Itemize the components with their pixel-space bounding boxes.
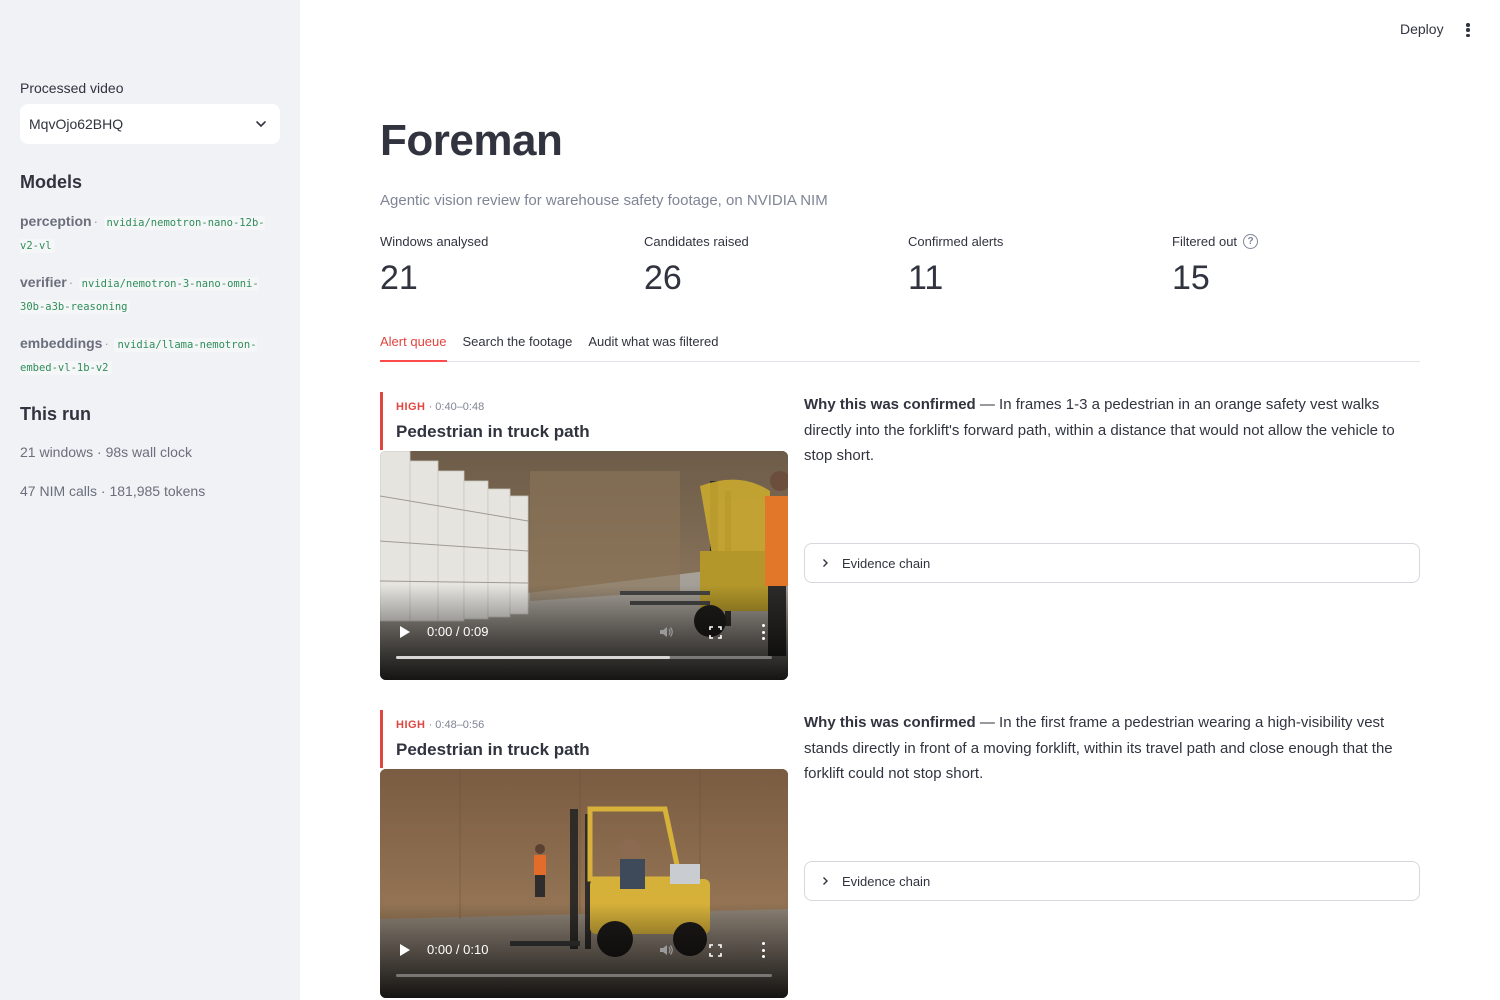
video-time: 0:00 / 0:10 bbox=[427, 942, 489, 957]
alert-title: Pedestrian in truck path bbox=[396, 740, 590, 759]
alert-header: HIGH · 0:40–0:48 Pedestrian in truck pat… bbox=[380, 392, 590, 450]
alert-time-range: · 0:48–0:56 bbox=[428, 719, 485, 731]
run-stat-windows: 21 windows · 98s wall clock bbox=[20, 444, 192, 460]
why-label: Why this was confirmed bbox=[804, 714, 976, 731]
video-progress-track[interactable] bbox=[396, 656, 772, 659]
tab-alert-queue[interactable]: Alert queue bbox=[380, 330, 447, 362]
fullscreen-icon[interactable] bbox=[709, 626, 722, 639]
evidence-chain-expander[interactable]: Evidence chain bbox=[804, 861, 1420, 901]
fullscreen-icon[interactable] bbox=[709, 944, 722, 957]
metric-filtered: Filtered out ? 15 bbox=[1172, 234, 1259, 298]
video-select-value: MqvOjo62BHQ bbox=[29, 116, 124, 132]
metric-candidates: Candidates raised 26 bbox=[644, 234, 749, 298]
video-buffer-bar bbox=[396, 656, 671, 659]
chevron-right-icon bbox=[823, 559, 828, 567]
video-player[interactable]: 0:00 / 0:09 bbox=[380, 451, 788, 680]
expander-label: Evidence chain bbox=[842, 555, 931, 571]
page-title: Foreman bbox=[380, 116, 563, 165]
video-progress-track[interactable] bbox=[396, 974, 772, 977]
model-embeddings: embeddings · nvidia/llama-nemotron-embed-… bbox=[20, 335, 257, 375]
video-more-icon[interactable] bbox=[762, 624, 766, 640]
why-label: Why this was confirmed bbox=[804, 396, 976, 413]
model-perception: perception · nvidia/nemotron-nano-12b-v2-… bbox=[20, 213, 265, 253]
evidence-chain-expander[interactable]: Evidence chain bbox=[804, 543, 1420, 583]
metric-windows: Windows analysed 21 bbox=[380, 234, 488, 298]
sidebar: Processed video MqvOjo62BHQ Models perce… bbox=[0, 0, 300, 1000]
alert-title: Pedestrian in truck path bbox=[396, 422, 590, 441]
tab-bar: Alert queue Search the footage Audit wha… bbox=[380, 330, 1420, 362]
metric-label: Confirmed alerts bbox=[908, 234, 1004, 249]
alert-explanation: Why this was confirmed — In frames 1-3 a… bbox=[804, 392, 1420, 469]
video-time: 0:00 / 0:09 bbox=[427, 624, 489, 639]
metric-confirmed: Confirmed alerts 11 bbox=[908, 234, 1003, 298]
metric-value: 26 bbox=[644, 259, 682, 297]
video-player[interactable]: 0:00 / 0:10 bbox=[380, 769, 788, 998]
model-verifier: verifier · nvidia/nemotron-3-nano-omni-30… bbox=[20, 274, 259, 314]
deploy-button[interactable]: Deploy bbox=[1400, 21, 1444, 37]
model-role: perception bbox=[20, 213, 92, 229]
severity-badge: HIGH bbox=[396, 719, 426, 731]
metric-value: 21 bbox=[380, 259, 418, 297]
play-icon[interactable] bbox=[400, 944, 410, 956]
tab-audit-filtered[interactable]: Audit what was filtered bbox=[588, 330, 718, 362]
chevron-right-icon bbox=[823, 877, 828, 885]
severity-badge: HIGH bbox=[396, 401, 426, 413]
metric-value: 15 bbox=[1172, 259, 1210, 297]
volume-icon[interactable] bbox=[658, 624, 674, 640]
video-controls: 0:00 / 0:09 bbox=[380, 585, 788, 680]
metric-label: Candidates raised bbox=[644, 234, 749, 249]
alert-explanation: Why this was confirmed — In the first fr… bbox=[804, 710, 1420, 787]
chevron-down-icon bbox=[256, 121, 266, 128]
model-role: verifier bbox=[20, 274, 67, 290]
video-controls: 0:00 / 0:10 bbox=[380, 903, 788, 998]
metric-label: Windows analysed bbox=[380, 234, 489, 249]
video-more-icon[interactable] bbox=[762, 942, 766, 958]
metric-label: Filtered out ? bbox=[1172, 234, 1259, 249]
help-icon[interactable]: ? bbox=[1243, 234, 1259, 249]
page-subtitle: Agentic vision review for warehouse safe… bbox=[380, 192, 828, 209]
volume-icon[interactable] bbox=[658, 942, 674, 958]
models-heading: Models bbox=[20, 172, 83, 192]
alert-header: HIGH · 0:48–0:56 Pedestrian in truck pat… bbox=[380, 710, 590, 768]
run-stat-calls: 47 NIM calls · 181,985 tokens bbox=[20, 483, 206, 499]
tab-search-footage[interactable]: Search the footage bbox=[463, 330, 573, 362]
alert-time-range: · 0:40–0:48 bbox=[428, 401, 485, 413]
play-icon[interactable] bbox=[400, 626, 410, 638]
video-select[interactable]: MqvOjo62BHQ bbox=[20, 104, 280, 144]
metric-value: 11 bbox=[908, 259, 944, 297]
model-role: embeddings bbox=[20, 335, 103, 351]
more-vertical-icon[interactable] bbox=[1462, 20, 1474, 40]
run-heading: This run bbox=[20, 404, 91, 424]
video-select-label: Processed video bbox=[20, 80, 124, 96]
expander-label: Evidence chain bbox=[842, 873, 931, 889]
